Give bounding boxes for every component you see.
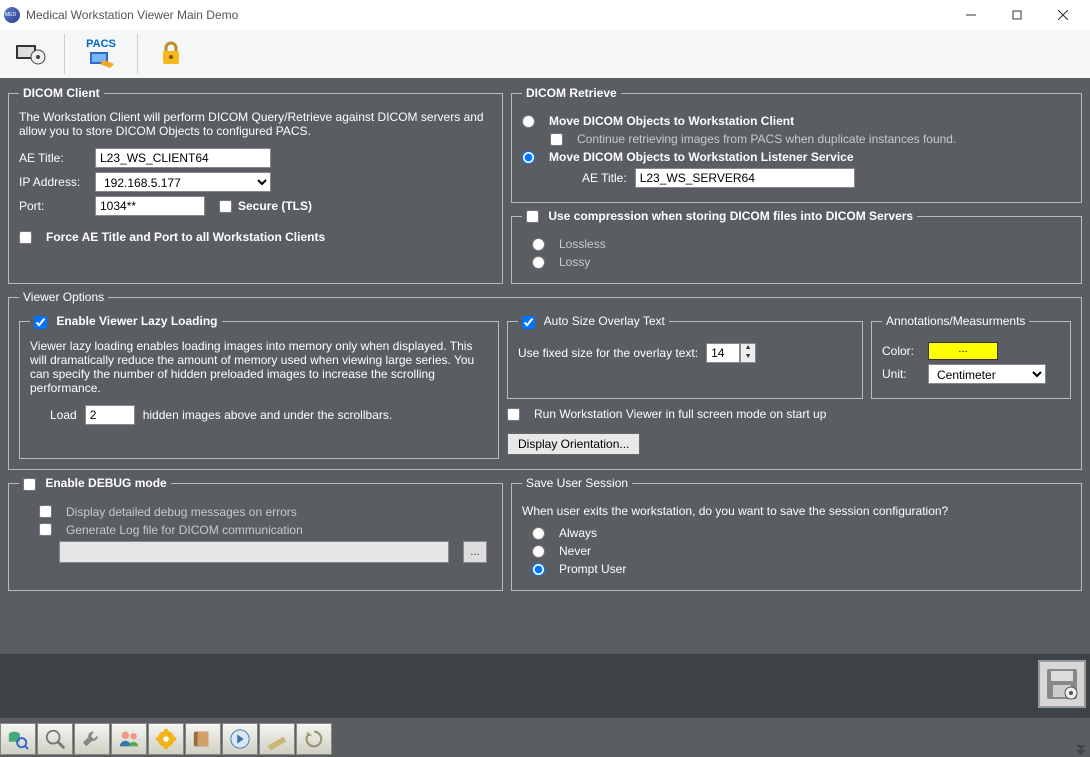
force-ae-label: Force AE Title and Port to all Workstati… bbox=[46, 230, 325, 244]
fullscreen-label: Run Workstation Viewer in full screen mo… bbox=[534, 407, 826, 421]
pacs-button[interactable]: PACS bbox=[75, 33, 127, 75]
app-icon bbox=[4, 7, 20, 23]
session-never-radio[interactable] bbox=[532, 545, 545, 558]
auto-size-overlay-checkbox[interactable] bbox=[522, 316, 535, 329]
debug-logfile-checkbox[interactable] bbox=[39, 523, 52, 536]
bottom-bar bbox=[0, 654, 1090, 718]
force-ae-checkbox[interactable] bbox=[19, 231, 32, 244]
log-path-input[interactable] bbox=[59, 541, 449, 563]
port-input[interactable] bbox=[95, 196, 205, 216]
debug-group: Enable DEBUG mode Display detailed debug… bbox=[8, 476, 503, 591]
browse-log-button[interactable]: ... bbox=[463, 541, 487, 563]
lossless-label: Lossless bbox=[559, 237, 606, 251]
pacs-label: PACS bbox=[86, 38, 116, 50]
color-label: Color: bbox=[882, 344, 920, 358]
tray-book-button[interactable] bbox=[185, 723, 221, 755]
compression-legend: Use compression when storing DICOM files… bbox=[522, 209, 917, 223]
fullscreen-checkbox[interactable] bbox=[507, 408, 520, 421]
dicom-retrieve-legend: DICOM Retrieve bbox=[522, 86, 621, 100]
tray-ruler-button[interactable] bbox=[259, 723, 295, 755]
overlay-text-legend: Auto Size Overlay Text bbox=[518, 314, 669, 328]
lossy-radio[interactable] bbox=[532, 256, 545, 269]
continue-retrieve-label: Continue retrieving images from PACS whe… bbox=[577, 132, 956, 146]
save-session-legend: Save User Session bbox=[522, 476, 632, 490]
compression-group: Use compression when storing DICOM files… bbox=[511, 209, 1082, 284]
lossy-label: Lossy bbox=[559, 255, 590, 269]
debug-detailed-checkbox[interactable] bbox=[39, 505, 52, 518]
lossless-radio[interactable] bbox=[532, 238, 545, 251]
lazy-loading-desc: Viewer lazy loading enables loading imag… bbox=[30, 339, 488, 395]
overlay-size-spinner[interactable]: ▲▼ bbox=[706, 343, 756, 363]
retrieve-ae-title-input[interactable] bbox=[635, 168, 855, 188]
tray-forward-button[interactable] bbox=[222, 723, 258, 755]
display-orientation-button[interactable]: Display Orientation... bbox=[507, 433, 640, 455]
overlay-text-group: Auto Size Overlay Text Use fixed size fo… bbox=[507, 314, 863, 399]
tray-refresh-button[interactable] bbox=[296, 723, 332, 755]
continue-retrieve-checkbox[interactable] bbox=[550, 133, 563, 146]
port-label: Port: bbox=[19, 199, 87, 213]
retrieve-ae-title-label: AE Title: bbox=[582, 171, 627, 185]
session-prompt-label: Prompt User bbox=[559, 562, 626, 576]
dicom-client-legend: DICOM Client bbox=[19, 86, 104, 100]
ae-title-input[interactable] bbox=[95, 148, 271, 168]
lazy-loading-legend: Enable Viewer Lazy Loading bbox=[30, 314, 222, 328]
tray-users-button[interactable] bbox=[111, 723, 147, 755]
fixed-size-label: Use fixed size for the overlay text: bbox=[518, 346, 698, 360]
spinner-down[interactable]: ▼ bbox=[741, 353, 755, 362]
save-session-group: Save User Session When user exits the wo… bbox=[511, 476, 1082, 591]
load-label: Load bbox=[50, 408, 77, 422]
ip-address-select[interactable]: 192.168.5.177 bbox=[95, 172, 271, 192]
titlebar: Medical Workstation Viewer Main Demo bbox=[0, 0, 1090, 30]
save-settings-button[interactable] bbox=[1038, 660, 1086, 708]
minimize-button[interactable] bbox=[948, 0, 994, 30]
spinner-up[interactable]: ▲ bbox=[741, 344, 755, 353]
secure-tls-label: Secure (TLS) bbox=[238, 199, 312, 213]
move-to-listener-radio[interactable] bbox=[522, 151, 535, 164]
load-suffix: hidden images above and under the scroll… bbox=[143, 408, 393, 422]
maximize-button[interactable] bbox=[994, 0, 1040, 30]
debug-legend: Enable DEBUG mode bbox=[19, 476, 171, 490]
move-to-client-label: Move DICOM Objects to Workstation Client bbox=[549, 114, 794, 128]
debug-enable-checkbox[interactable] bbox=[23, 478, 36, 491]
unit-select[interactable]: Centimeter bbox=[928, 364, 1046, 384]
session-never-label: Never bbox=[559, 544, 591, 558]
viewer-options-legend: Viewer Options bbox=[19, 290, 108, 304]
server-settings-button[interactable] bbox=[8, 33, 54, 75]
move-to-listener-label: Move DICOM Objects to Workstation Listen… bbox=[549, 150, 854, 164]
unit-label: Unit: bbox=[882, 367, 920, 381]
tray-gear-button[interactable] bbox=[148, 723, 184, 755]
tray-search-db-button[interactable] bbox=[0, 723, 36, 755]
bottom-tray bbox=[0, 721, 333, 757]
main-toolbar: PACS bbox=[0, 30, 1090, 78]
ip-address-label: IP Address: bbox=[19, 175, 87, 189]
session-always-radio[interactable] bbox=[532, 527, 545, 540]
dicom-retrieve-group: DICOM Retrieve Move DICOM Objects to Wor… bbox=[511, 86, 1082, 203]
window-title: Medical Workstation Viewer Main Demo bbox=[26, 8, 948, 22]
lock-button[interactable] bbox=[148, 33, 194, 75]
tray-chevron-icon[interactable] bbox=[1076, 745, 1088, 755]
close-button[interactable] bbox=[1040, 0, 1086, 30]
viewer-options-group: Viewer Options Enable Viewer Lazy Loadin… bbox=[8, 290, 1082, 470]
tray-search-button[interactable] bbox=[37, 723, 73, 755]
load-count-input[interactable] bbox=[85, 405, 135, 425]
save-session-question: When user exits the workstation, do you … bbox=[522, 504, 1071, 518]
dicom-client-desc: The Workstation Client will perform DICO… bbox=[19, 110, 492, 138]
color-picker[interactable]: ... bbox=[928, 342, 998, 360]
compression-enable-checkbox[interactable] bbox=[526, 210, 539, 223]
lazy-loading-group: Enable Viewer Lazy Loading Viewer lazy l… bbox=[19, 314, 499, 459]
annotations-group: Annotations/Measurments Color: ... Unit:… bbox=[871, 314, 1071, 399]
session-prompt-radio[interactable] bbox=[532, 563, 545, 576]
ae-title-label: AE Title: bbox=[19, 151, 87, 165]
move-to-client-radio[interactable] bbox=[522, 115, 535, 128]
lazy-loading-checkbox[interactable] bbox=[34, 316, 47, 329]
dicom-client-group: DICOM Client The Workstation Client will… bbox=[8, 86, 503, 284]
session-always-label: Always bbox=[559, 526, 597, 540]
debug-logfile-label: Generate Log file for DICOM communicatio… bbox=[66, 523, 303, 537]
secure-tls-checkbox[interactable] bbox=[219, 200, 232, 213]
annotations-legend: Annotations/Measurments bbox=[882, 314, 1029, 328]
tray-wrench-button[interactable] bbox=[74, 723, 110, 755]
overlay-size-input[interactable] bbox=[706, 343, 740, 363]
debug-detailed-label: Display detailed debug messages on error… bbox=[66, 505, 297, 519]
